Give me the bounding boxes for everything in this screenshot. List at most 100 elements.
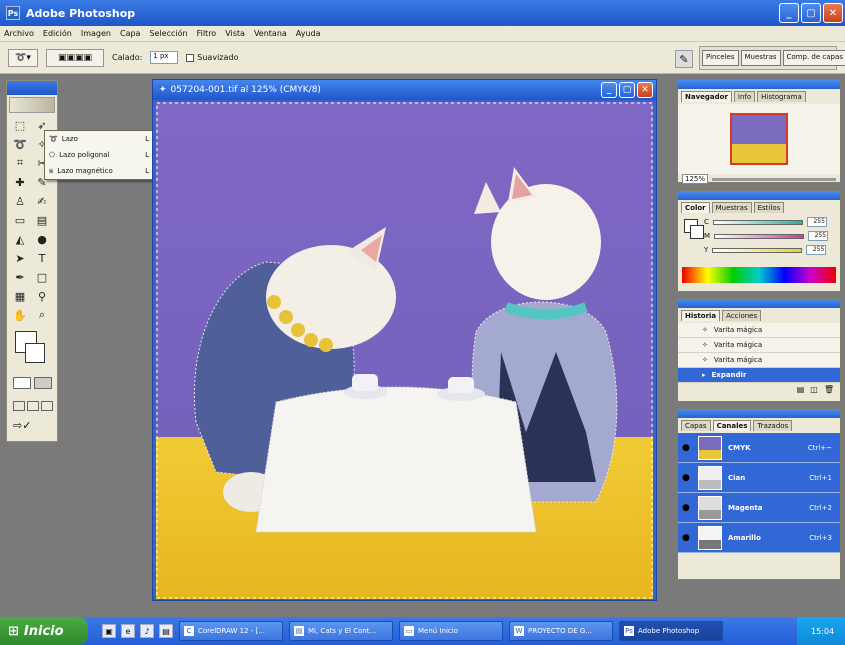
tab-histograma[interactable]: Histograma — [757, 91, 806, 102]
eye-icon[interactable]: ● — [682, 443, 692, 453]
document-titlebar[interactable]: ✦ 057204-001.tif al 125% (CMYK/8) — [153, 80, 656, 100]
channel-m-value[interactable]: 255 — [808, 231, 829, 241]
standard-mode-icon[interactable] — [13, 377, 31, 389]
menu-imagen[interactable]: Imagen — [81, 29, 111, 38]
minimize-button[interactable]: _ — [779, 3, 799, 23]
background-color-swatch[interactable] — [25, 343, 45, 363]
color-bg-swatch[interactable] — [690, 225, 704, 239]
blur-tool-icon[interactable]: ◭ — [11, 231, 29, 247]
channel-row-cmyk[interactable]: ● CMYK Ctrl+~ — [678, 433, 840, 463]
flyout-item-lazo[interactable]: ➰ Lazo L — [45, 131, 155, 147]
panel-header[interactable] — [678, 191, 840, 200]
desktop-icon[interactable]: ▣ — [102, 624, 116, 638]
menu-ventana[interactable]: Ventana — [254, 29, 287, 38]
clone-stamp-icon[interactable]: ♙ — [11, 193, 29, 209]
channel-row-magenta[interactable]: ● Magenta Ctrl+2 — [678, 493, 840, 523]
shape-tool-icon[interactable]: □ — [33, 269, 51, 285]
healing-brush-icon[interactable]: ✚ — [11, 174, 29, 190]
trash-icon[interactable]: 🗑 — [824, 385, 834, 394]
hand-tool-icon[interactable]: ✋ — [11, 307, 29, 323]
tab-historia[interactable]: Historia — [681, 310, 721, 321]
tab-info[interactable]: Info — [733, 91, 756, 102]
clock[interactable]: 15:04 — [811, 627, 834, 636]
color-ramp[interactable] — [682, 267, 836, 283]
type-tool-icon[interactable]: T — [33, 250, 51, 266]
marquee-tool-icon[interactable]: ⬚ — [11, 117, 29, 133]
dock-tab-pinceles[interactable]: Pinceles — [702, 50, 739, 66]
task-proyecto[interactable]: W PROYECTO DE G... — [509, 621, 613, 641]
tab-capas[interactable]: Capas — [681, 420, 711, 431]
tab-canales[interactable]: Canales — [712, 420, 752, 431]
dock-tab-comp-capas[interactable]: Comp. de capas — [782, 50, 845, 66]
navigator-zoom-value[interactable]: 125% — [682, 174, 709, 184]
channel-y-slider[interactable] — [712, 247, 803, 253]
toolbox-header[interactable] — [7, 81, 57, 95]
task-photoshop[interactable]: Ps Adobe Photoshop — [619, 621, 723, 641]
selection-mode-icons[interactable]: ▣▣▣▣ — [46, 48, 104, 67]
navigator-preview[interactable] — [678, 104, 840, 174]
menu-archivo[interactable]: Archivo — [4, 29, 34, 38]
menu-filtro[interactable]: Filtro — [197, 29, 217, 38]
menu-vista[interactable]: Vista — [225, 29, 245, 38]
tab-trazados[interactable]: Trazados — [753, 420, 793, 431]
eye-icon[interactable]: ● — [682, 503, 692, 513]
media-icon[interactable]: ♪ — [140, 624, 154, 638]
tab-estilos[interactable]: Estilos — [753, 202, 785, 213]
screen-mode-standard-icon[interactable] — [13, 401, 25, 411]
doc-maximize-button[interactable]: ▢ — [619, 82, 635, 98]
menu-ayuda[interactable]: Ayuda — [296, 29, 321, 38]
pen-tool-icon[interactable]: ✒ — [11, 269, 29, 285]
history-brush-icon[interactable]: ✍ — [33, 193, 51, 209]
channel-row-amarillo[interactable]: ● Amarillo Ctrl+3 — [678, 523, 840, 553]
lasso-tool-preset-icon[interactable]: ➰▾ — [8, 48, 38, 67]
new-snapshot-icon[interactable]: ◫ — [810, 385, 818, 394]
menu-capa[interactable]: Capa — [120, 29, 140, 38]
channel-c-value[interactable]: 255 — [806, 217, 827, 227]
doc-close-button[interactable]: ✕ — [637, 82, 653, 98]
eraser-tool-icon[interactable]: ▭ — [11, 212, 29, 228]
navigator-zoom-slider[interactable] — [712, 177, 836, 181]
close-button[interactable]: ✕ — [823, 3, 843, 23]
eye-icon[interactable]: ● — [682, 533, 692, 543]
channel-row-cian[interactable]: ● Cian Ctrl+1 — [678, 463, 840, 493]
panel-header[interactable] — [678, 80, 840, 89]
screen-mode-menu-icon[interactable] — [27, 401, 39, 411]
eyedropper-tool-icon[interactable]: ⚲ — [33, 288, 51, 304]
channel-y-value[interactable]: 255 — [806, 245, 827, 255]
tab-color[interactable]: Color — [681, 202, 710, 213]
history-item[interactable]: ✧ Varita mágica — [678, 338, 840, 353]
quick-mask-icon[interactable] — [34, 377, 52, 389]
crop-tool-icon[interactable]: ⌗ — [11, 155, 29, 171]
jump-to-imageready-icon[interactable]: ⇨✓ — [13, 419, 31, 432]
tab-navegador[interactable]: Navegador — [681, 91, 732, 102]
history-item-selected[interactable]: ▸ Expandir — [678, 368, 840, 383]
adobe-feather-icon[interactable] — [9, 97, 55, 113]
browser-icon[interactable]: e — [121, 624, 135, 638]
lasso-tool-icon[interactable]: ➰ — [11, 136, 29, 152]
task-menu-inicio[interactable]: ▭ Menú Inicio — [399, 621, 503, 641]
flyout-item-lazo-poligonal[interactable]: ⬠ Lazo poligonal L — [45, 147, 155, 163]
dodge-tool-icon[interactable]: ● — [33, 231, 51, 247]
folder-icon[interactable]: ▤ — [159, 624, 173, 638]
brush-palette-icon[interactable]: ✎ — [675, 50, 693, 68]
menu-edicion[interactable]: Edición — [43, 29, 72, 38]
menu-seleccion[interactable]: Selección — [149, 29, 187, 38]
screen-mode-full-icon[interactable] — [41, 401, 53, 411]
maximize-button[interactable]: ▢ — [801, 3, 821, 23]
tab-acciones[interactable]: Acciones — [722, 310, 762, 321]
image-canvas[interactable] — [156, 102, 653, 599]
eye-icon[interactable]: ● — [682, 473, 692, 483]
notes-tool-icon[interactable]: ▦ — [11, 288, 29, 304]
channel-m-slider[interactable] — [714, 233, 805, 239]
task-coreldraw[interactable]: C CorelDRAW 12 - [... — [179, 621, 283, 641]
calado-input[interactable]: 1 px — [150, 51, 179, 64]
navigator-thumbnail[interactable] — [730, 113, 788, 165]
panel-header[interactable] — [678, 409, 840, 418]
gradient-tool-icon[interactable]: ▤ — [33, 212, 51, 228]
start-button[interactable]: ⊞ Inicio — [0, 617, 88, 645]
tab-muestras[interactable]: Muestras — [711, 202, 752, 213]
zoom-tool-icon[interactable]: ⌕ — [33, 307, 51, 323]
path-selection-icon[interactable]: ➤ — [11, 250, 29, 266]
dock-tab-muestras[interactable]: Muestras — [740, 50, 781, 66]
panel-header[interactable] — [678, 299, 840, 308]
